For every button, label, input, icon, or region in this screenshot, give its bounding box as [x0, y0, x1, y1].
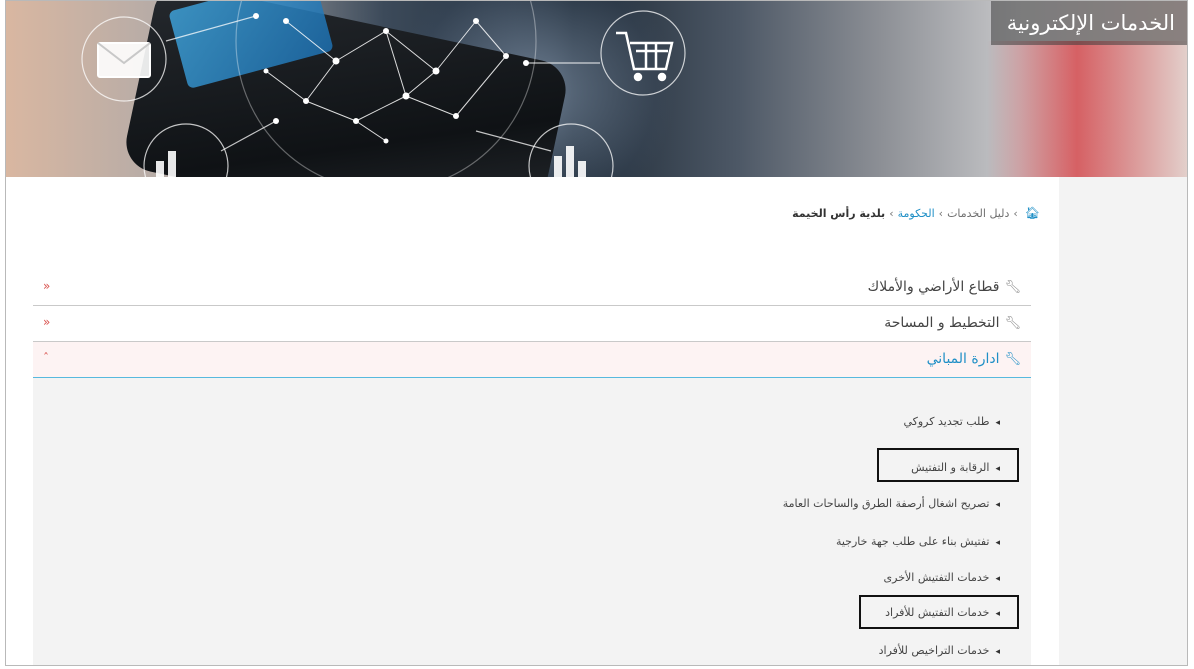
- breadcrumb-item-government[interactable]: الحكومة: [898, 207, 935, 220]
- wrench-icon: 🔧︎: [1004, 352, 1021, 367]
- bullet-icon: ◂: [995, 418, 1000, 428]
- breadcrumb-separator: ›: [1013, 207, 1018, 220]
- header-banner: الخدمات الإلكترونية: [6, 1, 1187, 177]
- accordion-item-buildings[interactable]: 🔧︎ادارة المباني ˆ: [33, 342, 1031, 378]
- bullet-icon: ◂: [995, 500, 1000, 510]
- highlight-box-individual-inspection: [859, 595, 1019, 629]
- service-link[interactable]: ◂خدمات التراخيص للأفراد: [879, 644, 1000, 657]
- breadcrumb-separator: ›: [889, 207, 894, 220]
- home-icon[interactable]: 🏠︎: [1025, 206, 1040, 220]
- breadcrumb-item-current: بلدية رأس الخيمة: [792, 207, 886, 220]
- wrench-icon: 🔧︎: [1004, 316, 1021, 331]
- cart-icon: [616, 31, 674, 82]
- service-link[interactable]: ◂خدمات التفتيش الأخرى: [884, 571, 1000, 584]
- breadcrumb: 🏠︎›دليل الخدمات›الحكومة›بلدية رأس الخيمة: [792, 206, 1040, 220]
- collapse-arrow-icon[interactable]: ˆ: [43, 351, 49, 365]
- accordion-label: 🔧︎قطاع الأراضي والأملاك: [867, 279, 1021, 295]
- accordion-item-planning[interactable]: 🔧︎التخطيط و المساحة «: [33, 306, 1031, 342]
- highlight-box-inspection: [877, 448, 1019, 482]
- service-link[interactable]: ◂تصريح اشغال أرصفة الطرق والساحات العامة: [783, 497, 1000, 510]
- service-link[interactable]: ◂تفتيش بناء على طلب جهة خارجية: [836, 535, 1000, 548]
- bar-chart-icon: [156, 146, 586, 177]
- bullet-icon: ◂: [995, 647, 1000, 657]
- wrench-icon: 🔧︎: [1004, 280, 1021, 295]
- service-link[interactable]: ◂طلب تجديد كروكي: [903, 415, 1000, 428]
- breadcrumb-item-services-guide[interactable]: دليل الخدمات: [947, 207, 1009, 220]
- page-title: الخدمات الإلكترونية: [990, 1, 1187, 45]
- expand-arrow-icon[interactable]: «: [43, 315, 50, 329]
- expand-arrow-icon[interactable]: «: [43, 279, 50, 293]
- bullet-icon: ◂: [995, 538, 1000, 548]
- envelope-icon: [97, 42, 151, 78]
- accordion-item-lands[interactable]: 🔧︎قطاع الأراضي والأملاك «: [33, 270, 1031, 306]
- accordion-label: 🔧︎التخطيط و المساحة: [884, 315, 1021, 331]
- breadcrumb-separator: ›: [938, 207, 944, 220]
- cart-circle: [600, 10, 686, 96]
- bullet-icon: ◂: [995, 574, 1000, 584]
- accordion-label: 🔧︎ادارة المباني: [926, 351, 1021, 367]
- page-frame: الخدمات الإلكترونية 🔧︎قطاع الأراضي والأم…: [5, 0, 1188, 666]
